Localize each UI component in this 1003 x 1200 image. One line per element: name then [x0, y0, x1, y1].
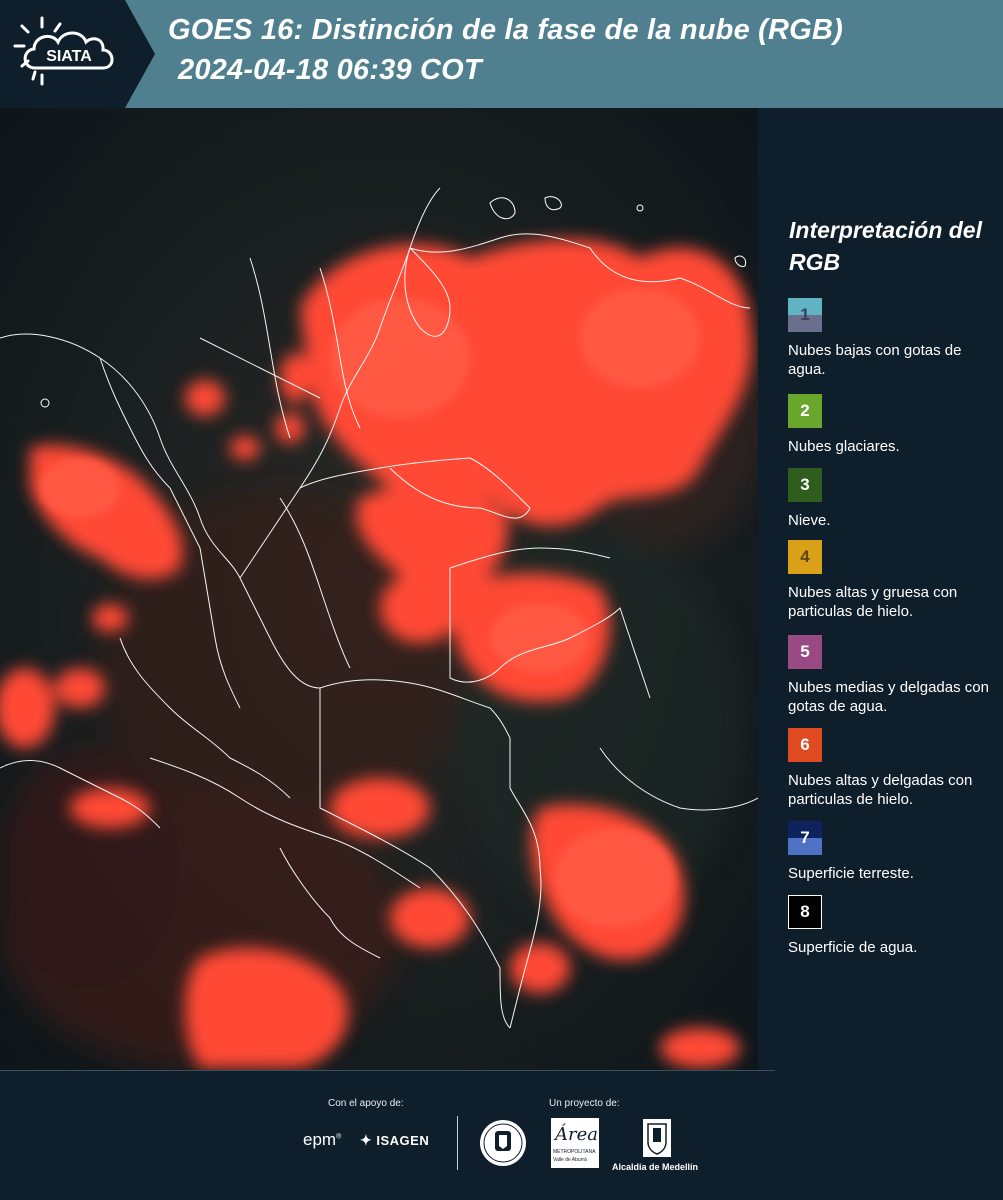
footer-vertical-divider [457, 1116, 458, 1170]
alcaldia-shield-icon [642, 1118, 672, 1163]
legend-number: 4 [800, 547, 810, 566]
legend-swatch-3: 3 [788, 468, 822, 502]
legend-item-land-surface: 7 Superficie terreste. [788, 821, 1000, 883]
legend-label: Nubes glaciares. [788, 438, 900, 455]
legend-swatch-6: 6 [788, 728, 822, 762]
isagen-logo-text: ISAGEN [376, 1133, 430, 1148]
page-title-line2: 2024-04-18 06:39 COT [178, 54, 482, 86]
legend-label: Superficie terreste. [788, 865, 914, 882]
siata-logo: SIATA [0, 0, 155, 108]
isagen-mark-icon: ✦ [360, 1132, 373, 1148]
legend-number: 5 [800, 642, 810, 661]
legend-number: 3 [800, 475, 810, 494]
header-bar: SIATA GOES 16: Distinción de la fase de … [0, 0, 1003, 108]
legend-number: 7 [800, 828, 810, 847]
legend-number: 1 [800, 305, 810, 324]
area-logo-title: Área [555, 1124, 598, 1145]
legend-title: Interpretación del RGB [789, 217, 982, 275]
legend-item-snow: 3 Nieve. [788, 468, 1000, 530]
legend-item-low-clouds: 1 Nubes bajas con gotas de agua. [788, 298, 1000, 379]
legend-number: 6 [800, 735, 810, 754]
alcaldia-logo-text: Alcaldía de Medellín [612, 1162, 699, 1172]
area-logo-sub2: Valle de Aburrá [553, 1157, 587, 1163]
legend-label: Superficie de agua. [788, 939, 918, 956]
legend-swatch-1: 1 [788, 298, 822, 332]
legend-item-water-surface: 8 Superficie de agua. [788, 895, 1000, 957]
legend-item-thick-ice-clouds: 4 Nubes altas y gruesa con particulas de… [788, 540, 1000, 621]
legend-label: Nubes altas y gruesa con particulas de h… [788, 584, 958, 620]
epm-logo: epm® [303, 1130, 342, 1149]
legend-number: 8 [800, 902, 810, 921]
satellite-map[interactable] [0, 108, 758, 1070]
legend-label: Nubes bajas con gotas de agua. [788, 342, 962, 378]
area-logo-sub1: METROPOLITANA [553, 1149, 596, 1155]
page-title-line1: GOES 16: Distinción de la fase de la nub… [168, 14, 843, 46]
legend-swatch-8: 8 [788, 895, 822, 929]
footer-divider-line [0, 1070, 775, 1071]
legend-label: Nieve. [788, 512, 831, 529]
epm-logo-text: epm [303, 1130, 337, 1149]
legend-swatch-5: 5 [788, 635, 822, 669]
legend-item-high-thin-ice-clouds: 6 Nubes altas y delgadas con particulas … [788, 728, 1000, 809]
satellite-image [0, 108, 758, 1070]
legend-item-glaciated-clouds: 2 Nubes glaciares. [788, 394, 1000, 456]
medellin-seal-icon [478, 1118, 528, 1173]
footer: Con el apoyo de: Un proyecto de: epm® ✦ … [0, 1070, 1003, 1200]
area-metropolitana-logo: Área METROPOLITANA Valle de Aburrá [551, 1118, 599, 1168]
legend-swatch-2: 2 [788, 394, 822, 428]
legend-label: Nubes medias y delgadas con gotas de agu… [788, 679, 989, 715]
legend-number: 2 [800, 401, 810, 420]
legend-swatch-7: 7 [788, 821, 822, 855]
project-label: Un proyecto de: [549, 1098, 620, 1109]
legend-label: Nubes altas y delgadas con particulas de… [788, 772, 973, 808]
legend-swatch-4: 4 [788, 540, 822, 574]
isagen-logo: ✦ ISAGEN [360, 1132, 429, 1149]
support-label: Con el apoyo de: [328, 1098, 404, 1109]
legend-item-mid-thin-water-clouds: 5 Nubes medias y delgadas con gotas de a… [788, 635, 1000, 716]
siata-logo-text: SIATA [46, 48, 92, 65]
legend-panel: Interpretación del RGB 1 Nubes bajas con… [758, 108, 1003, 1070]
